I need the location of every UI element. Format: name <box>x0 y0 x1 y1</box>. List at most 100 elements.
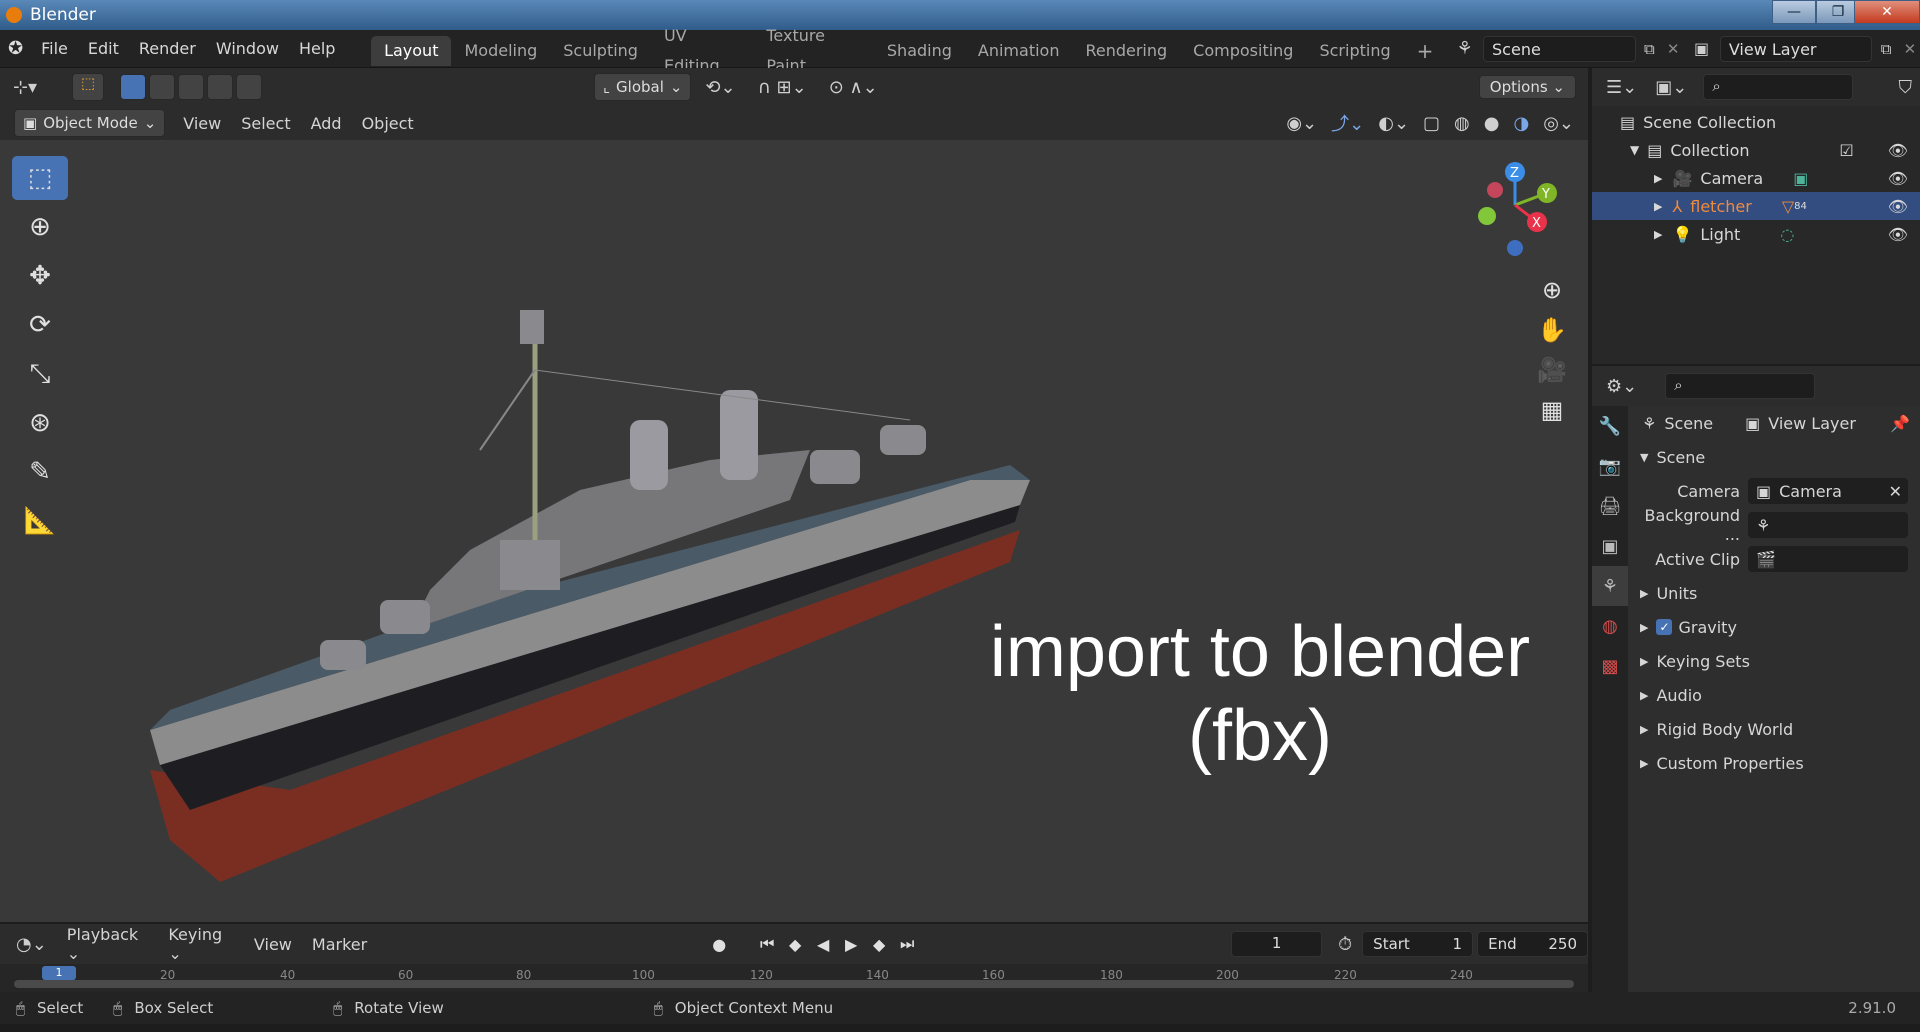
tab-scripting[interactable]: Scripting <box>1306 36 1403 66</box>
render-tab-icon[interactable]: 📷 <box>1592 446 1628 486</box>
camera-property-field[interactable]: ▣ Camera ✕ <box>1748 478 1908 504</box>
eye-icon[interactable]: 👁 <box>1888 197 1908 216</box>
texture-tab-icon[interactable]: ▩ <box>1592 646 1628 686</box>
rendered-shading-icon[interactable]: ◎⌄ <box>1543 113 1574 134</box>
scene-collection-row[interactable]: ▤ Scene Collection <box>1592 108 1920 136</box>
measure-icon[interactable]: 📐 <box>12 499 68 543</box>
playback-menu[interactable]: Playback ⌄ <box>57 925 159 963</box>
timer-icon[interactable]: ⏱ <box>1338 934 1352 955</box>
tab-animation[interactable]: Animation <box>965 36 1073 66</box>
blender-menu-icon[interactable]: ✪ <box>0 38 31 59</box>
gizmo-toggle-icon[interactable]: ⤴⌄ <box>1331 110 1364 136</box>
eye-icon[interactable]: 👁 <box>1888 141 1908 160</box>
panel-custom-properties[interactable]: ▶ Custom Properties <box>1628 746 1920 780</box>
menu-window[interactable]: Window <box>206 30 289 68</box>
select-box-icon[interactable]: ⬚ <box>12 156 68 200</box>
outliner-editor-icon[interactable]: ☰⌄ <box>1606 77 1637 98</box>
annotate-icon[interactable]: ✎ <box>12 450 68 494</box>
expand-arrow-icon[interactable]: ▶ <box>1654 172 1662 185</box>
object-menu[interactable]: Object <box>352 114 424 133</box>
ship-model[interactable] <box>150 250 1160 922</box>
zoom-icon[interactable]: ⊕ <box>1532 270 1572 310</box>
minimize-button[interactable]: — <box>1772 0 1816 24</box>
background-property-field[interactable]: ⚘ <box>1748 512 1908 538</box>
start-frame-field[interactable]: Start 1 <box>1362 931 1474 957</box>
light-data-icon[interactable]: ◌ <box>1780 225 1794 244</box>
proportional-edit-icon[interactable]: ⊙ ∧⌄ <box>829 77 878 98</box>
cursor-icon[interactable]: ⊕ <box>12 205 68 249</box>
panel-audio[interactable]: ▶ Audio <box>1628 678 1920 712</box>
move-icon[interactable]: ✥ <box>12 254 68 298</box>
3d-viewport[interactable]: ⬚ ⊕ ✥ ⟳ ⤡ ⊛ ✎ 📐 Z Y X ⊕ ✋ 🎥 ▦ import to … <box>0 140 1588 922</box>
select-menu[interactable]: Select <box>231 114 300 133</box>
view-layer-tab-icon[interactable]: ▣ <box>1592 526 1628 566</box>
collection-row[interactable]: ▼ ▤ Collection ☑ 👁 <box>1592 136 1920 164</box>
outliner-item-camera[interactable]: ▶ 🎥 Camera ▣ 👁 <box>1592 164 1920 192</box>
timeline-view-menu[interactable]: View <box>244 935 302 954</box>
tab-rendering[interactable]: Rendering <box>1072 36 1180 66</box>
editor-type-icon[interactable]: ⊹▾ <box>0 77 50 98</box>
pivot-point-icon[interactable]: ⟲⌄ <box>705 77 735 98</box>
panel-gravity[interactable]: ▶ ✓ Gravity <box>1628 610 1920 644</box>
close-button[interactable]: ✕ <box>1854 0 1920 24</box>
perspective-grid-icon[interactable]: ▦ <box>1532 390 1572 430</box>
scene-field[interactable]: Scene <box>1483 35 1636 62</box>
outliner-item-fletcher[interactable]: ▶ ⅄ fletcher ▽ 84 👁 <box>1592 192 1920 220</box>
visibility-icon[interactable]: ◉⌄ <box>1286 113 1317 134</box>
output-tab-icon[interactable]: 🖨 <box>1592 486 1628 526</box>
gizmo-neg-y-icon[interactable] <box>1478 207 1496 225</box>
transform-orientation-dropdown[interactable]: ⌞ Global ⌄ <box>594 73 692 101</box>
navigation-gizmo[interactable]: Z Y X <box>1455 160 1575 260</box>
display-mode-icon[interactable]: ▣⌄ <box>1655 77 1687 98</box>
tab-shading[interactable]: Shading <box>874 36 965 66</box>
expand-arrow-icon[interactable]: ▼ <box>1630 143 1639 157</box>
play-icon[interactable]: ▶ <box>837 935 865 954</box>
eye-icon[interactable]: 👁 <box>1888 225 1908 244</box>
mode-set-icon[interactable] <box>120 74 146 100</box>
modifier-icon[interactable]: ▽ <box>1782 197 1794 216</box>
timeline-editor-icon[interactable]: ◔⌄ <box>16 934 47 955</box>
material-shading-icon[interactable]: ◑ <box>1513 113 1529 134</box>
mode-intersect-icon[interactable] <box>236 74 262 100</box>
rotate-icon[interactable]: ⟳ <box>12 303 68 347</box>
keying-menu[interactable]: Keying ⌄ <box>158 925 244 963</box>
transform-icon[interactable]: ⊛ <box>12 401 68 445</box>
object-mode-dropdown[interactable]: ▣ Object Mode ⌄ <box>14 109 166 137</box>
new-scene-icon[interactable]: ⧉ <box>1636 40 1663 58</box>
active-clip-property-field[interactable]: 🎬 <box>1748 546 1908 572</box>
tab-sculpting[interactable]: Sculpting <box>550 36 651 66</box>
outliner-item-light[interactable]: ▶ 💡 Light ◌ 👁 <box>1592 220 1920 248</box>
snap-icon[interactable]: ∩ ⊞⌄ <box>758 77 807 98</box>
select-tool-icon[interactable]: ⬚ <box>72 73 104 101</box>
mode-subtract-icon[interactable] <box>178 74 204 100</box>
add-workspace-button[interactable]: + <box>1404 36 1447 66</box>
prev-keyframe-icon[interactable]: ◆ <box>781 935 809 954</box>
properties-editor-icon[interactable]: ⚙⌄ <box>1606 376 1637 397</box>
checkbox-icon[interactable]: ☑ <box>1839 141 1853 160</box>
next-keyframe-icon[interactable]: ◆ <box>865 935 893 954</box>
eye-icon[interactable]: 👁 <box>1888 169 1908 188</box>
end-frame-field[interactable]: End 250 <box>1477 931 1589 957</box>
options-dropdown[interactable]: Options ⌄ <box>1478 75 1576 99</box>
camera-data-icon[interactable]: ▣ <box>1793 169 1808 188</box>
pan-hand-icon[interactable]: ✋ <box>1532 310 1572 350</box>
current-frame-field[interactable]: 1 <box>1231 931 1323 957</box>
outliner-search-input[interactable]: ⌕ <box>1703 74 1854 100</box>
xray-icon[interactable]: ▢ <box>1423 113 1440 134</box>
remove-view-layer-icon[interactable]: ✕ <box>1900 40 1920 58</box>
view-layer-icon[interactable]: ▣ <box>1683 39 1720 58</box>
remove-scene-icon[interactable]: ✕ <box>1663 40 1683 58</box>
pin-icon[interactable]: 📌 <box>1890 414 1910 433</box>
scale-icon[interactable]: ⤡ <box>12 352 68 396</box>
solid-shading-icon[interactable]: ● <box>1484 113 1500 134</box>
panel-units[interactable]: ▶ Units <box>1628 576 1920 610</box>
clear-icon[interactable]: ✕ <box>1889 482 1902 501</box>
filter-icon[interactable]: ⛉ <box>1899 77 1913 98</box>
world-tab-icon[interactable]: ◍ <box>1592 606 1628 646</box>
properties-search-input[interactable]: ⌕ <box>1665 373 1816 399</box>
gizmo-neg-z-icon[interactable] <box>1507 240 1523 256</box>
record-icon[interactable]: ● <box>705 935 733 954</box>
menu-render[interactable]: Render <box>129 30 206 68</box>
timeline-ruler[interactable]: 1 20 40 60 80 100 120 140 160 180 200 22… <box>0 964 1588 992</box>
scene-selector-icon[interactable]: ⚘ <box>1446 38 1483 59</box>
